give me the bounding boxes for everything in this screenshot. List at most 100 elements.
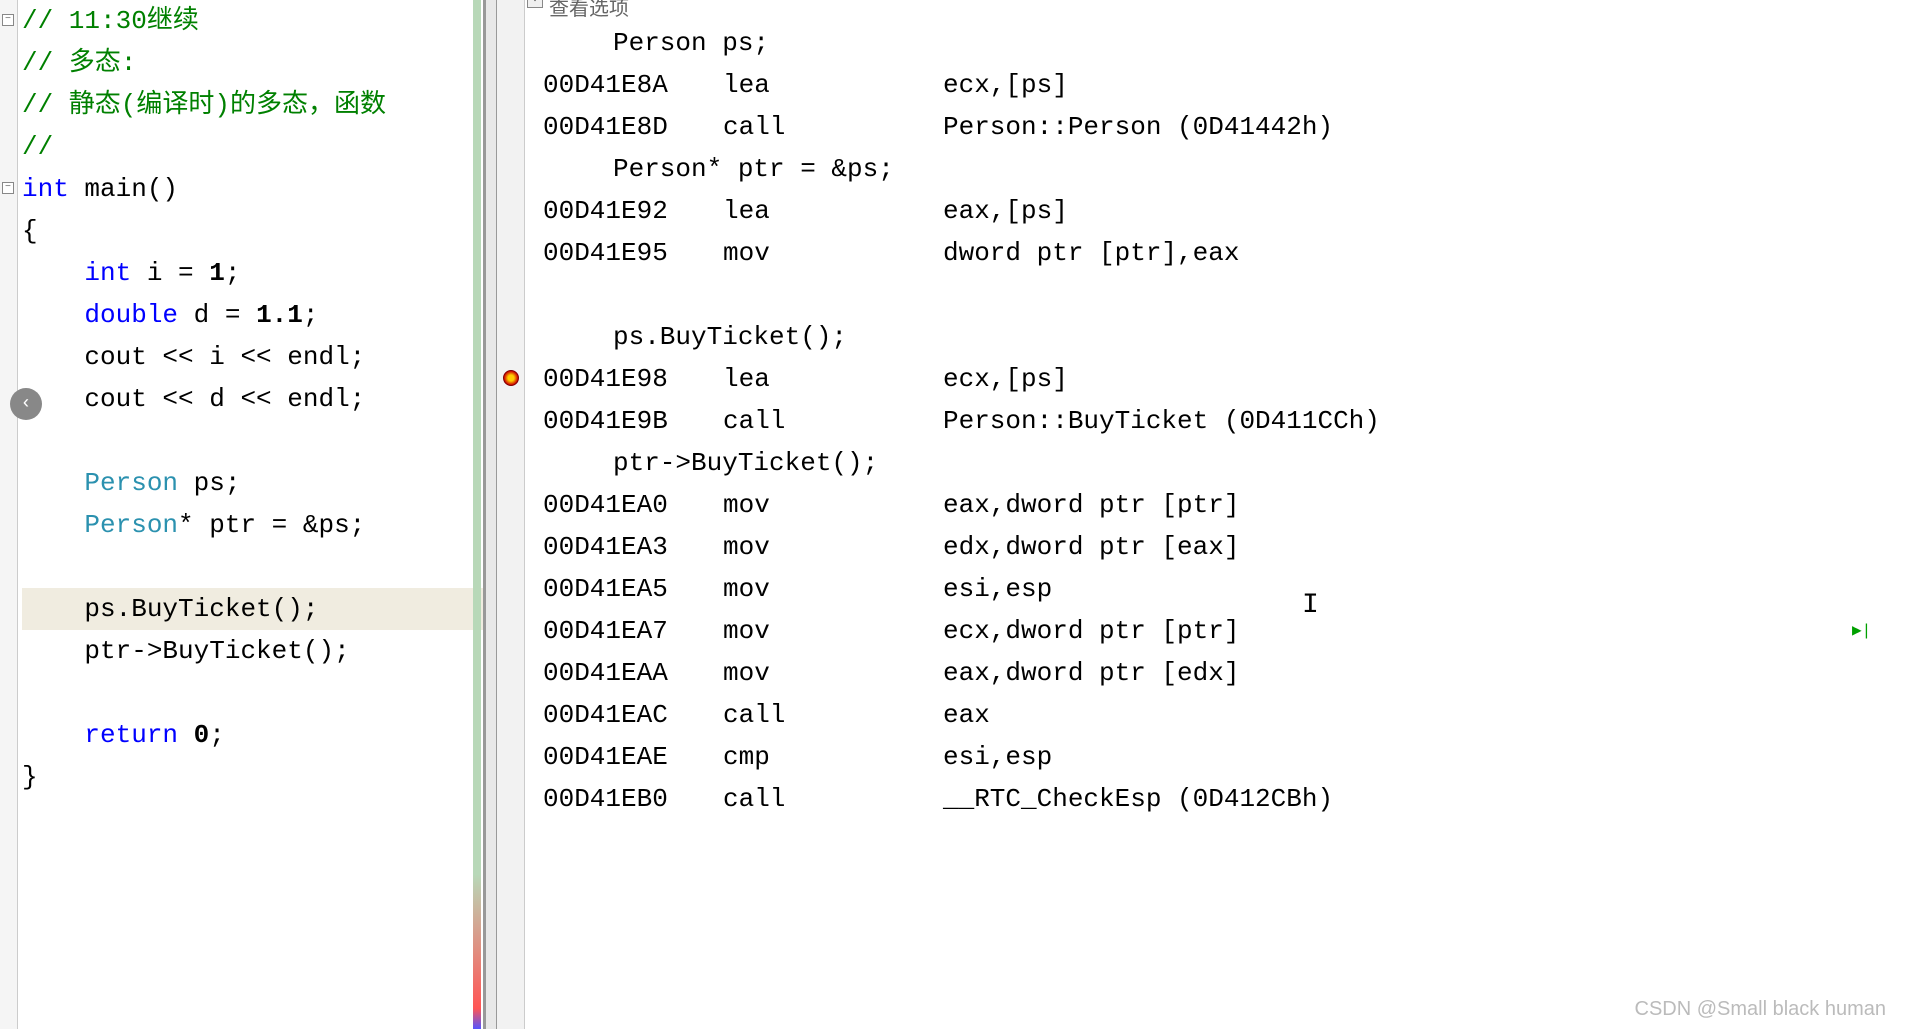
back-arrow-button[interactable]: ‹	[10, 388, 42, 420]
code-token	[178, 720, 194, 750]
disasm-line[interactable]: 00D41EACcalleax	[543, 694, 1906, 736]
opcode: mov	[723, 610, 943, 652]
opcode: lea	[723, 190, 943, 232]
disasm-line[interactable]: 00D41EAAmoveax,dword ptr [edx]	[543, 652, 1906, 694]
disasm-line[interactable]: 00D41EAEcmpesi,esp	[543, 736, 1906, 778]
disasm-line[interactable]: Person* ptr = &ps;	[543, 148, 1906, 190]
address: 00D41E8A	[543, 64, 723, 106]
disasm-line[interactable]: 00D41E98leaecx,[ps]	[543, 358, 1906, 400]
comment-text: //	[22, 132, 53, 162]
code-line[interactable]: //	[22, 126, 483, 168]
code-token: ;	[225, 258, 241, 288]
disasm-line[interactable]: 00D41EB0call__RTC_CheckEsp (0D412CBh)	[543, 778, 1906, 820]
code-gutter: −−	[0, 0, 18, 1029]
code-line[interactable]: // 11:30继续	[22, 0, 483, 42]
code-line[interactable]	[22, 546, 483, 588]
operand: esi,esp	[943, 568, 1052, 610]
code-token: }	[22, 762, 38, 792]
code-line[interactable]: Person ps;	[22, 462, 483, 504]
code-line[interactable]: int main()	[22, 168, 483, 210]
disasm-line[interactable]: 00D41E8DcallPerson::Person (0D41442h)	[543, 106, 1906, 148]
address: 00D41EAC	[543, 694, 723, 736]
code-token: return	[84, 720, 178, 750]
code-token: ;	[303, 300, 319, 330]
operand: __RTC_CheckEsp (0D412CBh)	[943, 778, 1333, 820]
code-line[interactable]: // 多态:	[22, 42, 483, 84]
address: 00D41EA0	[543, 484, 723, 526]
view-options-label[interactable]: 查看选项	[549, 0, 629, 21]
opcode: lea	[723, 64, 943, 106]
operand: Person::BuyTicket (0D411CCh)	[943, 400, 1380, 442]
watermark: CSDN @Small black human	[1635, 998, 1887, 1021]
code-line[interactable]	[22, 672, 483, 714]
code-line[interactable]: return 0;	[22, 714, 483, 756]
disasm-line[interactable]: 00D41EA5movesi,esp	[543, 568, 1906, 610]
disasm-line[interactable]: ptr->BuyTicket();	[543, 442, 1906, 484]
opcode: call	[723, 694, 943, 736]
code-token: ptr->BuyTicket();	[84, 636, 349, 666]
code-token: d =	[178, 300, 256, 330]
code-token: cout << d << endl;	[84, 384, 365, 414]
code-token: 1.1	[256, 300, 303, 330]
code-line[interactable]: double d = 1.1;	[22, 294, 483, 336]
code-token: main()	[69, 174, 178, 204]
disasm-line[interactable]: Person ps;	[543, 22, 1906, 64]
opcode: mov	[723, 568, 943, 610]
disasm-area[interactable]: Person ps;00D41E8Aleaecx,[ps]00D41E8Dcal…	[497, 0, 1906, 820]
operand: eax,dword ptr [edx]	[943, 652, 1239, 694]
opcode: cmp	[723, 736, 943, 778]
code-token: double	[84, 300, 178, 330]
disasm-line[interactable]: ps.BuyTicket();	[543, 316, 1906, 358]
code-token: ps;	[178, 468, 240, 498]
disasm-gutter	[497, 0, 525, 1029]
comment-text: // 静态(编译时)的多态，函数	[22, 90, 386, 120]
code-line[interactable]: ps.BuyTicket();	[22, 588, 483, 630]
operand: ecx,dword ptr [ptr]	[943, 610, 1239, 652]
operand: ecx,[ps]	[943, 358, 1068, 400]
code-token: ;	[209, 720, 225, 750]
dropdown-icon[interactable]: ▾	[527, 0, 543, 8]
code-token: cout << i << endl;	[84, 342, 365, 372]
code-line[interactable]: int i = 1;	[22, 252, 483, 294]
source-code-pane[interactable]: −− // 11:30继续// 多态:// 静态(编译时)的多态，函数//int…	[0, 0, 485, 1029]
fold-toggle-icon[interactable]: −	[2, 182, 14, 194]
address: 00D41EAE	[543, 736, 723, 778]
code-line[interactable]: }	[22, 756, 483, 798]
fold-toggle-icon[interactable]: −	[2, 14, 14, 26]
address: 00D41EB0	[543, 778, 723, 820]
disasm-line[interactable]: 00D41EA3movedx,dword ptr [eax]	[543, 526, 1906, 568]
run-to-cursor-icon[interactable]: ▶|	[1852, 620, 1871, 640]
code-line[interactable]: cout << d << endl;	[22, 378, 483, 420]
disassembly-pane[interactable]: ▾ 查看选项 Person ps;00D41E8Aleaecx,[ps]00D4…	[497, 0, 1906, 1029]
code-line[interactable]	[22, 420, 483, 462]
address: 00D41E9B	[543, 400, 723, 442]
operand: eax	[943, 694, 990, 736]
code-line[interactable]: {	[22, 210, 483, 252]
address: 00D41E98	[543, 358, 723, 400]
disasm-line[interactable]: 00D41E8Aleaecx,[ps]	[543, 64, 1906, 106]
pane-divider[interactable]	[485, 0, 497, 1029]
disasm-line[interactable]	[543, 274, 1906, 316]
disasm-line[interactable]: 00D41E9BcallPerson::BuyTicket (0D411CCh)	[543, 400, 1906, 442]
address: 00D41EA7	[543, 610, 723, 652]
opcode: call	[723, 106, 943, 148]
comment-text: // 多态:	[22, 48, 136, 78]
code-line[interactable]: Person* ptr = &ps;	[22, 504, 483, 546]
opcode: mov	[723, 232, 943, 274]
code-token: int	[84, 258, 131, 288]
disasm-line[interactable]: 00D41E95movdword ptr [ptr],eax	[543, 232, 1906, 274]
operand: Person::Person (0D41442h)	[943, 106, 1333, 148]
code-line[interactable]: // 静态(编译时)的多态，函数	[22, 84, 483, 126]
code-token: ps.BuyTicket();	[84, 594, 318, 624]
disasm-line[interactable]: 00D41E92leaeax,[ps]	[543, 190, 1906, 232]
address: 00D41E8D	[543, 106, 723, 148]
code-line[interactable]: cout << i << endl;	[22, 336, 483, 378]
disasm-line[interactable]: 00D41EA7movecx,dword ptr [ptr]	[543, 610, 1906, 652]
address: 00D41E95	[543, 232, 723, 274]
code-line[interactable]: ptr->BuyTicket();	[22, 630, 483, 672]
minimap-scrollbar[interactable]	[473, 0, 481, 1029]
code-area[interactable]: // 11:30继续 // 多态: // 静态(编译时)的多态，函数 // int ma…	[0, 0, 483, 798]
disasm-line[interactable]: 00D41EA0moveax,dword ptr [ptr]	[543, 484, 1906, 526]
breakpoint-icon[interactable]	[503, 370, 519, 386]
code-token: 0	[194, 720, 210, 750]
